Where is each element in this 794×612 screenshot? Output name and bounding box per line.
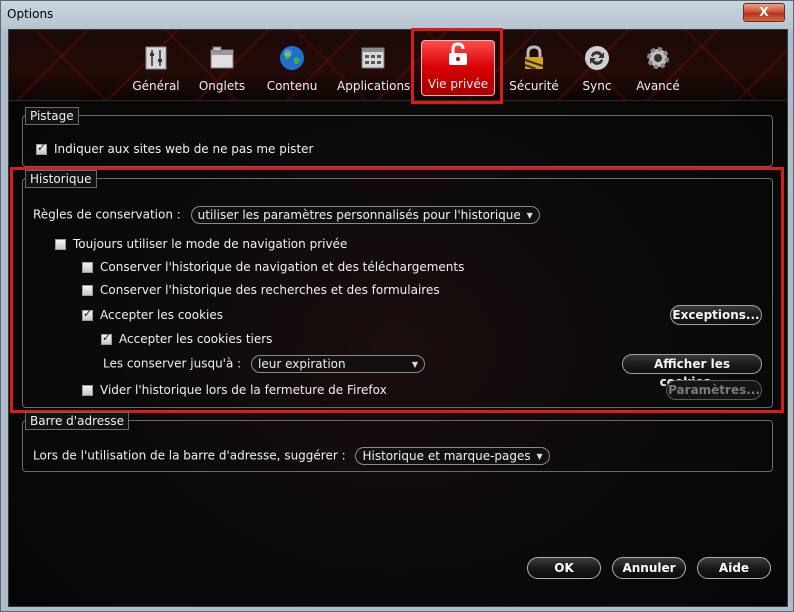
location-bar-legend: Barre d'adresse — [25, 412, 130, 430]
suggest-select[interactable]: Historique et marque-pages ▼ — [355, 447, 550, 465]
applications-icon — [361, 47, 385, 69]
tab-general[interactable]: Général — [131, 44, 181, 94]
annotation-highlight-history — [10, 167, 784, 413]
tabs-icon — [210, 46, 234, 69]
tracking-legend: Pistage — [25, 107, 79, 125]
lock-icon — [524, 45, 544, 70]
tab-vie-privee[interactable]: Vie privée — [421, 40, 495, 96]
tab-label: Avancé — [636, 79, 680, 93]
suggest-row: Lors de l'utilisation de la barre d'adre… — [33, 447, 550, 465]
tab-sync[interactable]: Sync — [577, 44, 617, 94]
gear-icon — [647, 47, 669, 69]
tab-label: Vie privée — [427, 77, 489, 91]
tab-securite[interactable]: Sécurité — [509, 44, 559, 94]
general-icon — [145, 46, 167, 70]
tab-applications[interactable]: Applications — [337, 44, 411, 94]
tab-onglets[interactable]: Onglets — [197, 44, 247, 94]
dialog-content: Général Onglets Contenu Applications Vie… — [8, 28, 788, 607]
tab-label: Contenu — [266, 79, 318, 93]
tab-contenu[interactable]: Contenu — [265, 44, 319, 94]
dnt-label: Indiquer aux sites web de ne pas me pist… — [54, 142, 314, 156]
cancel-button[interactable]: Annuler — [612, 557, 686, 579]
tab-avance[interactable]: Avancé — [633, 44, 683, 94]
help-button[interactable]: Aide — [697, 557, 771, 579]
dnt-option[interactable]: Indiquer aux sites web de ne pas me pist… — [36, 141, 314, 156]
tab-label: Sync — [582, 79, 612, 93]
window-title: Options — [7, 7, 54, 21]
sync-icon — [585, 46, 609, 70]
privacy-mask-icon — [449, 42, 467, 65]
tracking-group: Pistage Indiquer aux sites web de ne pas… — [22, 107, 773, 167]
tab-label: Applications — [337, 79, 411, 93]
suggest-value: Historique et marque-pages — [362, 449, 531, 463]
pane-toolbar: Général Onglets Contenu Applications Vie… — [9, 28, 787, 104]
ok-button[interactable]: OK — [527, 557, 601, 579]
chevron-down-icon: ▼ — [536, 452, 543, 461]
globe-icon — [280, 46, 304, 70]
suggest-label: Lors de l'utilisation de la barre d'adre… — [33, 448, 346, 463]
title-bar: Options X — [1, 1, 793, 29]
tab-label: Onglets — [198, 79, 246, 93]
options-window: Options X Général Onglets Contenu Applic… — [0, 0, 794, 612]
location-bar-group: Barre d'adresse Lors de l'utilisation de… — [22, 412, 773, 472]
dnt-checkbox[interactable] — [36, 141, 47, 155]
tab-label: Sécurité — [509, 79, 559, 93]
close-button[interactable]: X — [743, 3, 785, 22]
tab-label: Général — [132, 79, 180, 93]
